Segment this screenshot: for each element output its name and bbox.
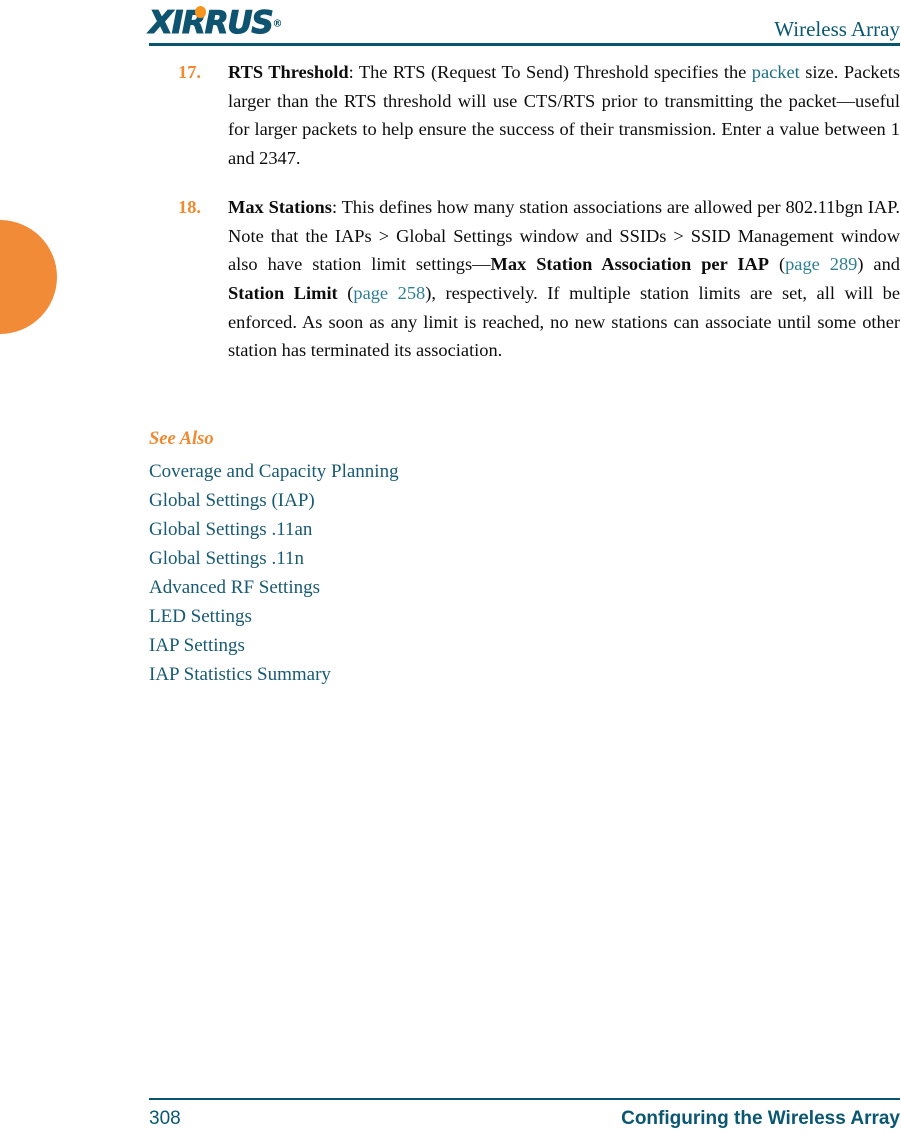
numbered-step-list: 17. RTS Threshold: The RTS (Request To Se… (149, 58, 900, 365)
see-also-link[interactable]: Global Settings .11an (149, 515, 649, 544)
step-text-part-1: : The RTS (Request To Send) Threshold sp… (348, 62, 752, 82)
step-text-part-3: ) and (857, 254, 900, 275)
page-289-link[interactable]: page 289 (785, 254, 857, 274)
footer-divider (149, 1098, 900, 1100)
see-also-link[interactable]: Advanced RF Settings (149, 573, 649, 602)
step-term-station-limit: Station Limit (228, 282, 338, 303)
step-number: 17. (178, 62, 201, 82)
see-also-heading: See Also (149, 429, 214, 449)
document-page: XIRRUS® Wireless Array 17. RTS Threshold:… (0, 0, 901, 1137)
footer-chapter-title: Configuring the Wireless Array (621, 1108, 900, 1129)
step-term: RTS Threshold (228, 62, 349, 82)
see-also-link-list: Coverage and Capacity Planning Global Se… (149, 457, 649, 689)
header-divider (149, 43, 900, 46)
header-title: Wireless Array (774, 17, 900, 41)
xirrus-logo: XIRRUS® (148, 5, 334, 41)
see-also-link[interactable]: IAP Statistics Summary (149, 660, 649, 689)
page-footer: 308 Configuring the Wireless Array (149, 1106, 900, 1134)
see-also-section: See Also Coverage and Capacity Planning … (149, 427, 649, 689)
see-also-link[interactable]: Global Settings (IAP) (149, 486, 649, 515)
list-item: 17. RTS Threshold: The RTS (Request To Se… (149, 58, 900, 173)
packet-link[interactable]: packet (752, 62, 800, 82)
page-content: 17. RTS Threshold: The RTS (Request To Se… (149, 58, 900, 365)
page-258-link[interactable]: page 258 (353, 283, 425, 303)
footer-page-number: 308 (149, 1108, 181, 1129)
logo-orange-dot-icon (195, 6, 206, 18)
page-header: XIRRUS® Wireless Array (148, 0, 900, 46)
step-number: 18. (178, 196, 201, 217)
step-term-max-station-association: Max Station Association per IAP (490, 254, 770, 275)
see-also-link[interactable]: IAP Settings (149, 631, 649, 660)
list-item: 18. Max Stations: This defines how many s… (149, 193, 900, 365)
chapter-tab-marker (0, 220, 57, 334)
step-term: Max Stations (228, 196, 332, 217)
see-also-link[interactable]: LED Settings (149, 602, 649, 631)
step-text-part-4: ( (337, 282, 354, 303)
step-text-part-2: ( (769, 254, 786, 275)
see-also-link[interactable]: Coverage and Capacity Planning (149, 457, 649, 486)
logo-registered-icon: ® (272, 18, 283, 30)
see-also-link[interactable]: Global Settings .11n (149, 544, 649, 573)
logo-wordmark: XIRRUS (148, 5, 274, 41)
